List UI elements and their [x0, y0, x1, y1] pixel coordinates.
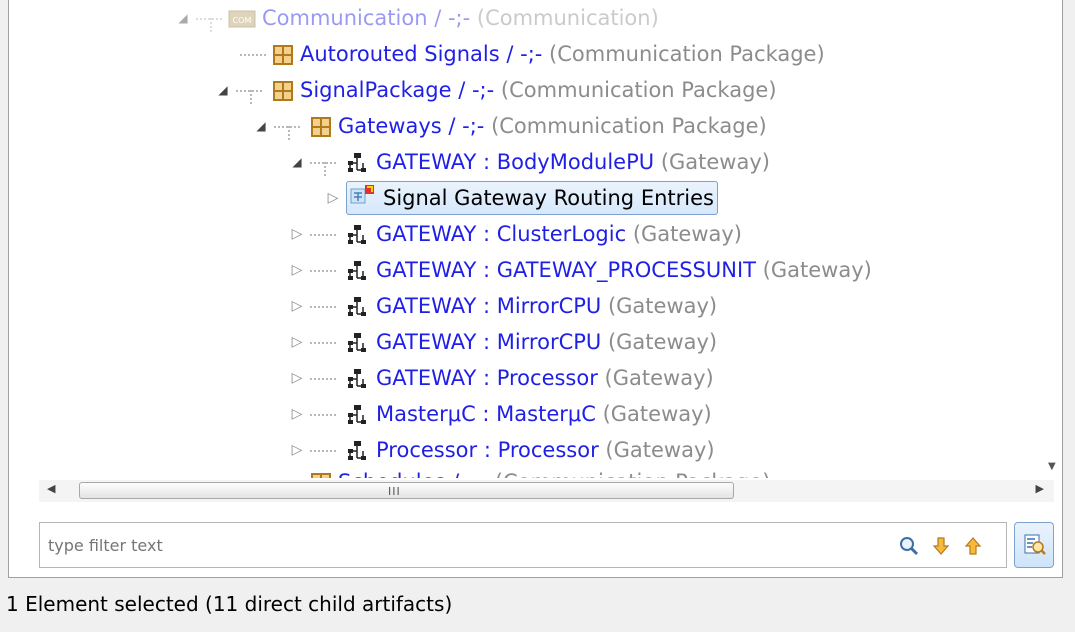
tree-item-name: GATEWAY : ClusterLogic	[376, 222, 627, 246]
scroll-left-arrow-icon[interactable]: ◀	[47, 482, 55, 495]
gateway-icon	[348, 369, 366, 388]
tree-connector	[310, 144, 340, 180]
tree-item-name: GATEWAY : BodyModulePU	[376, 150, 655, 174]
tree-connector	[310, 288, 340, 324]
collapse-arrow-icon[interactable]: ◢	[176, 0, 190, 36]
tree-item-type: (Communication Package)	[500, 78, 777, 102]
tree-item-name: GATEWAY : MirrorCPU	[376, 294, 602, 318]
routing-entries-icon	[350, 185, 374, 204]
collapse-arrow-icon[interactable]: ◢	[254, 108, 268, 144]
expand-arrow-icon[interactable]: ▷	[290, 396, 304, 432]
tree-item-type: (Communication Package)	[491, 114, 767, 138]
tree-item-type: (Gateway)	[607, 330, 718, 354]
tree-item-name: Communication / -;-	[262, 6, 471, 30]
filter-input[interactable]	[46, 531, 870, 559]
tree-row-communication[interactable]: ◢ COM Communication / -;- (Communication…	[18, 0, 918, 36]
model-browser-panel: ◢ COM Communication / -;- (Communication…	[8, 0, 1063, 578]
package-icon	[311, 117, 331, 137]
expand-arrow-icon[interactable]: ▷	[290, 288, 304, 324]
search-icon[interactable]	[898, 535, 920, 557]
gateway-icon	[348, 297, 366, 316]
package-icon	[273, 81, 293, 101]
package-icon	[311, 473, 331, 478]
tree-item-type: (Gateway)	[605, 438, 715, 462]
tree-item-type: (Gateway)	[632, 222, 742, 246]
tree-connector	[310, 396, 340, 432]
tree-item-type: (Gateway)	[660, 150, 770, 174]
tree-connector	[274, 108, 304, 144]
scroll-down-arrow-icon[interactable]: ▼	[1048, 461, 1056, 472]
package-icon	[273, 45, 293, 65]
expand-arrow-icon[interactable]: ▷	[290, 324, 304, 360]
gateway-icon	[348, 261, 366, 280]
tree-item-name: Autorouted Signals / -;-	[300, 42, 543, 66]
gateway-icon	[348, 153, 366, 172]
tree-item-name: MasterμC : MasterμC	[376, 402, 596, 426]
gateway-icon	[348, 333, 366, 352]
model-tree[interactable]: ◢ COM Communication / -;- (Communication…	[18, 0, 1046, 478]
thumb-grip: III	[388, 485, 401, 498]
find-in-tree-icon	[1024, 534, 1046, 555]
tree-item-type: (Gateway)	[607, 294, 718, 318]
tree-connector	[310, 324, 340, 360]
tree-item-type: (Communication Package)	[549, 42, 825, 66]
tree-item-name: GATEWAY : GATEWAY_PROCESSUNIT	[376, 258, 756, 282]
tree-item-type: (Communication)	[476, 6, 659, 30]
tree-item-name: Signal Gateway Routing Entries	[383, 186, 714, 210]
expand-arrow-icon[interactable]: ▷	[290, 252, 304, 288]
tree-item-name: Processor : Processor	[376, 438, 599, 462]
tree-item-type: (Communication Package)	[495, 470, 771, 478]
tree-connector	[310, 432, 340, 468]
tree-item-name: GATEWAY : Processor	[376, 366, 598, 390]
tree-connector	[310, 252, 340, 288]
tree-item-name: SignalPackage / -;-	[300, 78, 495, 102]
collapse-arrow-icon[interactable]: ◢	[216, 72, 230, 108]
collapse-arrow-icon[interactable]: ◢	[290, 144, 304, 180]
tree-item-name: Schedules / -;-	[338, 470, 488, 478]
scrollbar-thumb[interactable]: III	[79, 482, 734, 499]
expand-arrow-icon[interactable]: ▷	[290, 360, 304, 396]
filter-field[interactable]	[39, 522, 1007, 568]
expand-arrow-icon[interactable]: ▷	[290, 432, 304, 468]
selection-highlight: Signal Gateway Routing Entries	[346, 181, 718, 215]
expand-arrow-icon[interactable]: ▷	[290, 216, 304, 252]
status-bar-text: 1 Element selected (11 direct child arti…	[6, 592, 453, 616]
svg-text:COM: COM	[233, 16, 252, 25]
horizontal-scrollbar[interactable]: ◀ III ▶	[39, 480, 1054, 502]
scroll-right-arrow-icon[interactable]: ▶	[1036, 482, 1044, 495]
gateway-icon	[348, 405, 366, 424]
vertical-scrollbar[interactable]: ▼	[1044, 0, 1062, 478]
tree-connector	[310, 216, 340, 252]
tree-connector	[236, 72, 266, 108]
find-in-tree-button[interactable]	[1014, 522, 1054, 568]
tree-connector	[274, 464, 304, 478]
tree-item-type: (Gateway)	[604, 366, 714, 390]
communication-folder-icon: COM	[228, 10, 256, 28]
tree-item-name: GATEWAY : MirrorCPU	[376, 330, 602, 354]
gateway-icon	[348, 441, 366, 460]
tree-connector	[310, 360, 340, 396]
expand-arrow-icon[interactable]: ▷	[326, 180, 340, 216]
tree-item-name: Gateways / -;-	[338, 114, 485, 138]
next-result-arrow-down-icon[interactable]	[930, 535, 952, 557]
tree-connector	[240, 36, 270, 72]
tree-item-type: (Gateway)	[602, 402, 712, 426]
tree-item-type: (Gateway)	[762, 258, 872, 282]
previous-result-arrow-up-icon[interactable]	[962, 535, 984, 557]
tree-connector	[196, 0, 226, 36]
gateway-icon	[348, 225, 366, 244]
